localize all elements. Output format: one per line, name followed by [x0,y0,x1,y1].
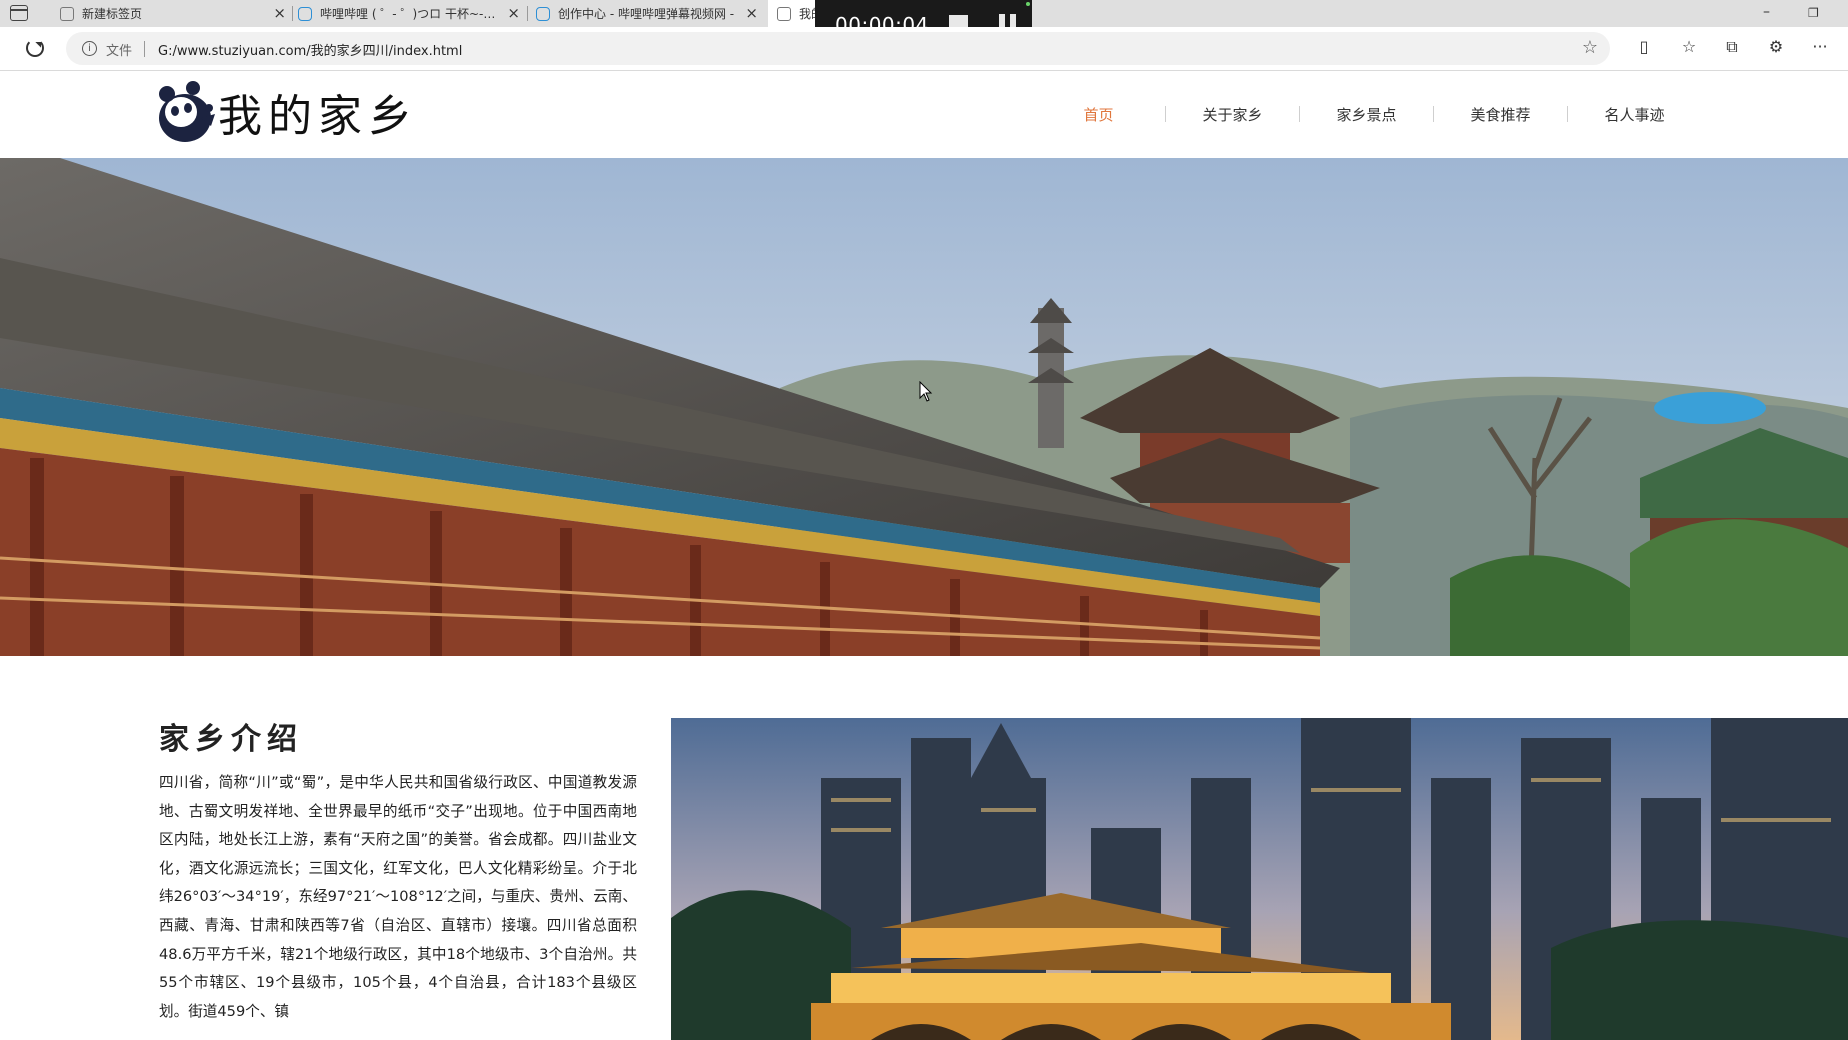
mouse-cursor-icon [919,381,933,402]
tab-actions-icon[interactable] [10,5,28,21]
close-icon[interactable]: × [273,4,286,22]
restore-icon[interactable]: ❐ [1808,6,1819,20]
close-icon[interactable]: × [745,4,758,22]
info-icon[interactable]: i [82,41,97,56]
tab-separator [527,6,528,21]
address-bar[interactable]: i 文件 G:/www.stuziyuan.com/我的家乡四川/index.h… [66,32,1610,65]
reading-view-icon[interactable]: ▯ [1635,38,1653,56]
nav-about-hometown[interactable]: 关于家乡 [1166,104,1299,125]
browser-toolbar: i 文件 G:/www.stuziyuan.com/我的家乡四川/index.h… [0,27,1848,71]
close-icon[interactable]: × [507,4,520,22]
city-night-image [671,718,1848,1040]
bilibili-icon [536,6,550,21]
bilibili-icon [298,6,312,21]
intro-paragraph: 四川省，简称“川”或“蜀”，是中华人民共和国省级行政区、中国道教发源地、古蜀文明… [159,774,637,1020]
collections-icon[interactable]: ⧉ [1723,38,1741,56]
favorites-icon[interactable]: ☆ [1680,38,1698,56]
tab-title: 新建标签页 [82,7,143,21]
reload-icon[interactable] [26,39,44,57]
nav-scenic-spots[interactable]: 家乡景点 [1300,104,1433,125]
page-icon [777,6,791,21]
tab-new-tab[interactable]: 新建标签页 × [60,0,292,27]
tab-separator [292,6,293,21]
site-logo-text[interactable]: 我的家乡 [218,92,418,142]
panda-logo-icon[interactable] [157,78,217,146]
page-icon [60,6,74,21]
more-menu-icon[interactable]: ··· [1811,38,1829,56]
url-scheme-label: 文件 [106,44,133,59]
tab-title: 创作中心 - 哔哩哔哩弹幕视频网 - [558,7,735,21]
main-nav: 首页 关于家乡 家乡景点 美食推荐 名人事迹 [1032,100,1701,128]
url-divider [144,41,145,57]
intro-heading: 家乡介绍 [159,722,303,757]
nav-celebrities[interactable]: 名人事迹 [1568,104,1701,125]
nav-home[interactable]: 首页 [1032,104,1165,125]
nav-food[interactable]: 美食推荐 [1434,104,1567,125]
extensions-icon[interactable]: ⚙ [1767,38,1785,56]
url-input[interactable]: G:/www.stuziyuan.com/我的家乡四川/index.html [158,40,462,59]
tab-title: 哔哩哔哩 ( ゜- ゜)つロ 干杯~-bilibili [320,7,500,21]
tab-bilibili[interactable]: 哔哩哔哩 ( ゜- ゜)つロ 干杯~-bilibili × [298,0,526,27]
hero-banner-image [0,158,1848,656]
tab-creator-center[interactable]: 创作中心 - 哔哩哔哩弹幕视频网 - × [536,0,764,27]
favorite-star-icon[interactable]: ☆ [1582,37,1598,58]
minimize-icon[interactable]: – [1763,4,1770,20]
recording-indicator [1026,2,1030,6]
